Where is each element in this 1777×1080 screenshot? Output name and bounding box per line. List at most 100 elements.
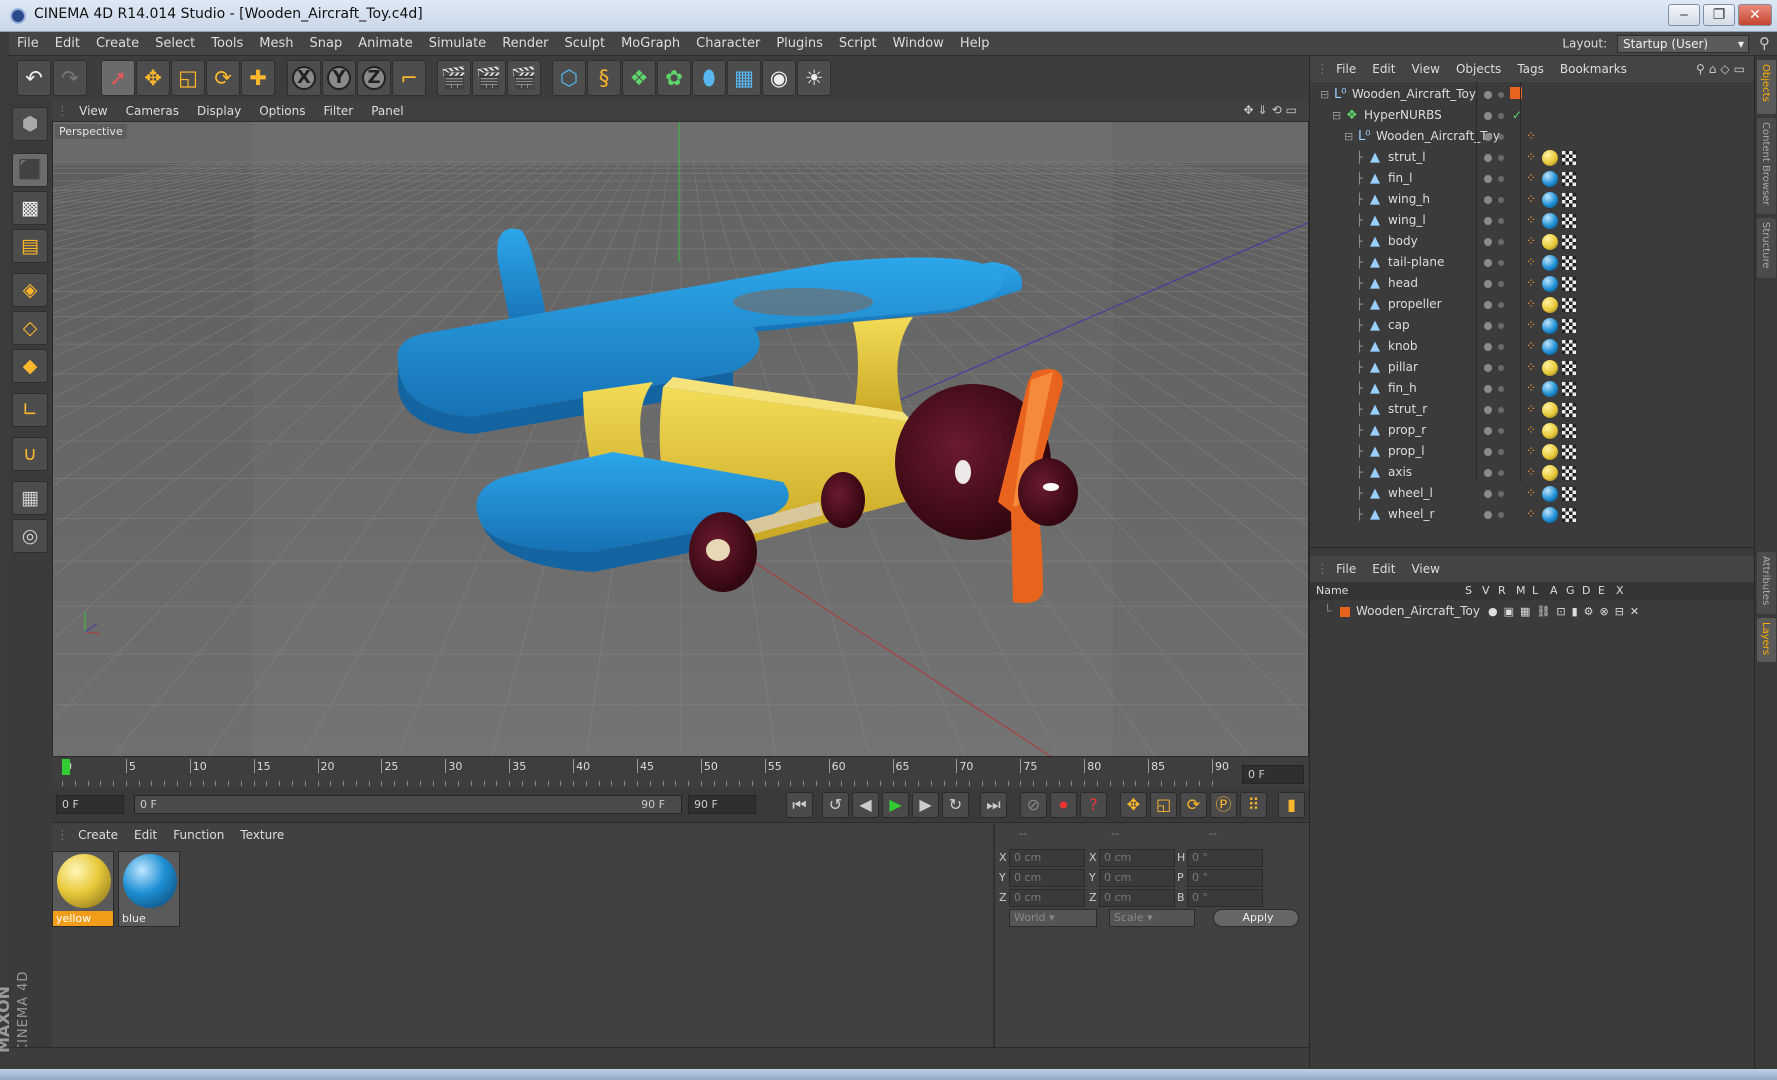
camera-icon[interactable]: ◉ xyxy=(762,60,796,96)
visibility-render-dot[interactable] xyxy=(1498,260,1504,266)
uvw-tag-icon[interactable] xyxy=(1562,193,1576,207)
visibility-render-dot[interactable] xyxy=(1498,470,1504,476)
material-tag-icon[interactable] xyxy=(1542,465,1558,481)
workplane-lock-icon[interactable]: ▦ xyxy=(12,481,48,515)
material-tag-icon[interactable] xyxy=(1542,507,1558,523)
coord-value-field[interactable]: 0 ° xyxy=(1187,849,1263,867)
z-axis-lock-icon[interactable]: Z xyxy=(357,60,391,96)
phong-tag-icon[interactable]: ⁘ xyxy=(1526,399,1536,420)
material-tag-icon[interactable] xyxy=(1542,255,1558,271)
visibility-editor-dot[interactable] xyxy=(1484,238,1492,246)
axis-mode-icon[interactable]: ∟ xyxy=(12,393,48,427)
light-icon[interactable]: ☀ xyxy=(797,60,831,96)
material-tag-icon[interactable] xyxy=(1542,423,1558,439)
visibility-editor-dot[interactable] xyxy=(1484,469,1492,477)
collapse-icon[interactable]: ⊟ xyxy=(1320,84,1329,105)
key-rotation-icon[interactable]: ⟳ xyxy=(1180,792,1207,818)
visibility-render-dot[interactable] xyxy=(1498,176,1504,182)
object-row[interactable]: ⊟ L⁰ Wooden_Aircraft_Toy xyxy=(1310,84,1755,105)
uvw-tag-icon[interactable] xyxy=(1562,277,1576,291)
visibility-render-dot[interactable] xyxy=(1498,344,1504,350)
material-tag-icon[interactable] xyxy=(1542,339,1558,355)
redo-icon[interactable]: ↷ xyxy=(53,60,87,96)
material-tag-icon[interactable] xyxy=(1542,171,1558,187)
rotate-icon[interactable]: ⟳ xyxy=(206,60,240,96)
layer-col-r[interactable]: R xyxy=(1498,582,1506,600)
phong-tag-icon[interactable]: ⁘ xyxy=(1526,420,1536,441)
size-mode-dropdown[interactable]: Scale ▾ xyxy=(1109,909,1195,927)
object-row[interactable]: ├ ▲ head ⁘ xyxy=(1310,273,1755,294)
soft-selection-icon[interactable]: ◎ xyxy=(12,519,48,553)
uvw-tag-icon[interactable] xyxy=(1562,361,1576,375)
visibility-render-dot[interactable] xyxy=(1498,92,1504,98)
start-frame-field[interactable]: 0 F xyxy=(56,795,124,814)
menu-plugins[interactable]: Plugins xyxy=(768,32,831,56)
record-keys-icon[interactable]: ⏺ xyxy=(1050,792,1077,818)
live-selection-icon[interactable]: ➚ xyxy=(101,60,135,96)
viewport-nav-icons[interactable]: ✥⇓⟲▭ xyxy=(1243,103,1301,117)
goto-start-icon[interactable]: ⏮ xyxy=(786,792,813,818)
menu-animate[interactable]: Animate xyxy=(350,32,420,56)
layer-col-d[interactable]: D xyxy=(1582,582,1590,600)
visibility-editor-dot[interactable] xyxy=(1484,196,1492,204)
coordinate-system-icon[interactable]: ⌐ xyxy=(392,60,426,96)
next-key-icon[interactable]: ↻ xyxy=(942,792,969,818)
visibility-editor-dot[interactable] xyxy=(1484,364,1492,372)
layout-dropdown[interactable]: Startup (User) ▾ xyxy=(1617,35,1749,53)
menu-render[interactable]: Render xyxy=(494,32,556,56)
material-tag-icon[interactable] xyxy=(1542,150,1558,166)
visibility-editor-dot[interactable] xyxy=(1484,175,1492,183)
tab-structure[interactable]: Structure xyxy=(1757,218,1776,278)
coord-value-field[interactable]: 0 cm xyxy=(1009,849,1085,867)
playhead-marker[interactable] xyxy=(62,759,70,775)
layer-col-m[interactable]: M xyxy=(1516,582,1526,600)
visibility-editor-dot[interactable] xyxy=(1484,322,1492,330)
visibility-render-dot[interactable] xyxy=(1498,323,1504,329)
object-row[interactable]: ├ ▲ pillar ⁘ xyxy=(1310,357,1755,378)
menu-mograph[interactable]: MoGraph xyxy=(613,32,688,56)
prev-key-icon[interactable]: ↺ xyxy=(822,792,849,818)
object-row[interactable]: ├ ▲ fin_h ⁘ xyxy=(1310,378,1755,399)
uvw-tag-icon[interactable] xyxy=(1562,403,1576,417)
end-frame-field[interactable]: 90 F xyxy=(688,795,756,814)
prev-frame-icon[interactable]: ◀ xyxy=(852,792,879,818)
render-view-icon[interactable]: 🎬 xyxy=(437,60,471,96)
object-row[interactable]: ├ ▲ strut_l ⁘ xyxy=(1310,147,1755,168)
tab-objects[interactable]: Objects xyxy=(1757,60,1776,114)
make-editable-icon[interactable]: ⬢ xyxy=(12,107,48,141)
next-frame-icon[interactable]: ▶ xyxy=(912,792,939,818)
object-row[interactable]: ├ ▲ body ⁘ xyxy=(1310,231,1755,252)
viewport-menu-view[interactable]: View xyxy=(70,101,116,121)
phong-tag-icon[interactable]: ⁘ xyxy=(1526,357,1536,378)
menu-tools[interactable]: Tools xyxy=(203,32,251,56)
coord-value-field[interactable]: 0 cm xyxy=(1009,869,1085,887)
coord-value-field[interactable]: 0 cm xyxy=(1099,889,1175,907)
visibility-editor-dot[interactable] xyxy=(1484,301,1492,309)
visibility-render-dot[interactable] xyxy=(1498,512,1504,518)
object-row[interactable]: ⊟ L⁰ Wooden_Aircraft_Toy ⁘ xyxy=(1310,126,1755,147)
spline-icon[interactable]: § xyxy=(587,60,621,96)
visibility-editor-dot[interactable] xyxy=(1484,280,1492,288)
key-position-icon[interactable]: ✥ xyxy=(1120,792,1147,818)
visibility-editor-dot[interactable] xyxy=(1484,427,1492,435)
search-icon[interactable]: ⚲ xyxy=(1759,34,1770,52)
phong-tag-icon[interactable]: ⁘ xyxy=(1526,231,1536,252)
menu-simulate[interactable]: Simulate xyxy=(421,32,494,56)
autokey-icon[interactable]: ? xyxy=(1080,792,1107,818)
maximize-button[interactable]: ❐ xyxy=(1703,4,1735,26)
deformer-icon[interactable]: ⬮ xyxy=(692,60,726,96)
phong-tag-icon[interactable]: ⁘ xyxy=(1526,336,1536,357)
snap-icon[interactable]: ∪ xyxy=(12,437,48,471)
material-tag-icon[interactable] xyxy=(1542,276,1558,292)
uvw-tag-icon[interactable] xyxy=(1562,508,1576,522)
uvw-tag-icon[interactable] xyxy=(1562,319,1576,333)
layer-col-a[interactable]: A xyxy=(1550,582,1558,600)
tab-content-browser[interactable]: Content Browser xyxy=(1757,118,1776,214)
phong-tag-icon[interactable]: ⁘ xyxy=(1526,294,1536,315)
uvw-tag-icon[interactable] xyxy=(1562,445,1576,459)
edges-mode-icon[interactable]: ◇ xyxy=(12,311,48,345)
phong-tag-icon[interactable]: ⁘ xyxy=(1526,147,1536,168)
visibility-editor-dot[interactable] xyxy=(1484,217,1492,225)
layer-col-g[interactable]: G xyxy=(1566,582,1575,600)
key-scale-icon[interactable]: ◱ xyxy=(1150,792,1177,818)
